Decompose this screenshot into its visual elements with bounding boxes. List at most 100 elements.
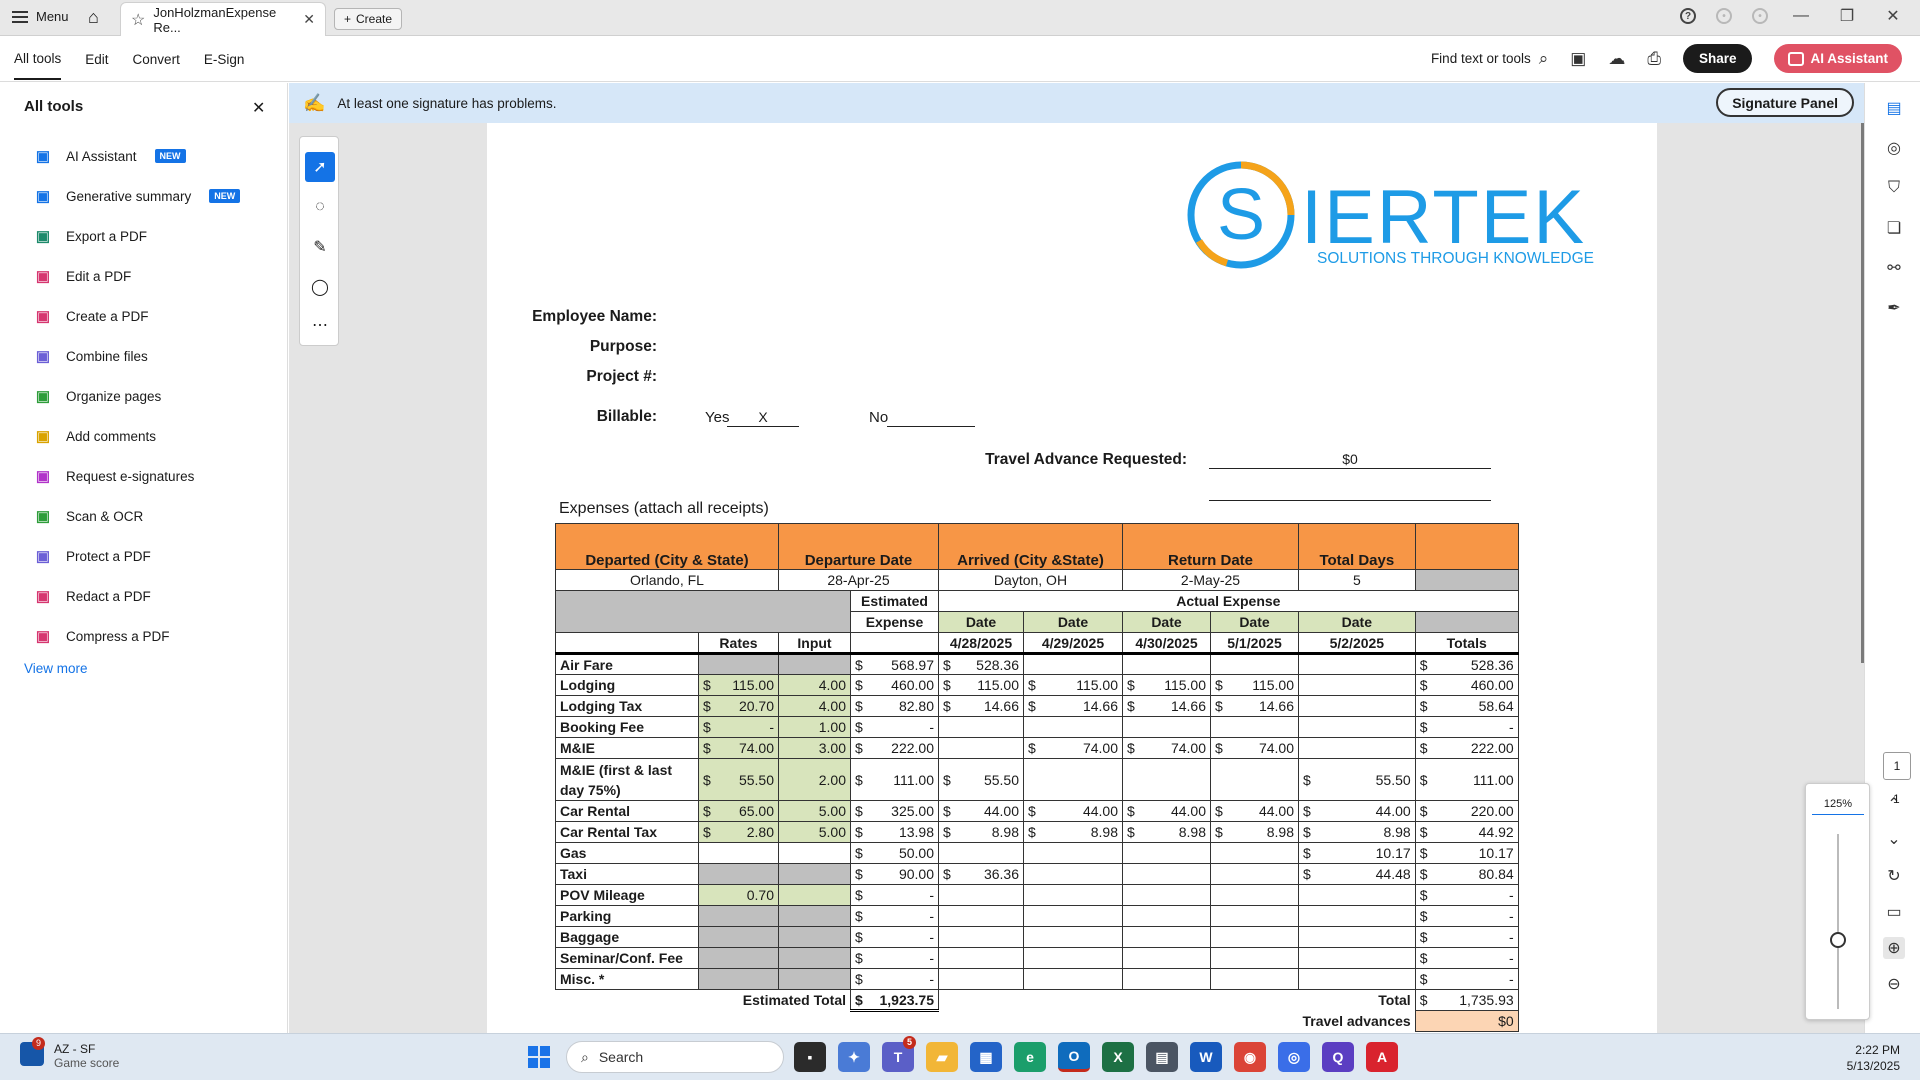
tool-item[interactable]: ▣ Generative summary NEW xyxy=(34,176,241,216)
find-tools-button[interactable]: Find text or tools ⌕ xyxy=(1431,49,1548,69)
word-icon[interactable]: W xyxy=(1190,1042,1222,1072)
rotate-icon[interactable]: ↻ xyxy=(1883,865,1905,887)
zoom-level[interactable]: 125% xyxy=(1812,798,1864,815)
system-clock[interactable]: 2:22 PM 5/13/2025 xyxy=(1847,1042,1900,1074)
game-subtitle: Game score xyxy=(54,1056,120,1070)
date-label: Date xyxy=(1298,611,1416,633)
draw-lasso-icon[interactable]: ◯ xyxy=(305,272,335,302)
document-tab[interactable]: ☆ JonHolzmanExpense Re... ✕ xyxy=(120,2,326,36)
teams-icon[interactable]: T5 xyxy=(882,1036,916,1072)
tool-item[interactable]: ▣ Export a PDF xyxy=(34,216,240,256)
zoom-slider-track[interactable] xyxy=(1837,834,1839,1009)
tool-item[interactable]: ▣ Compress a PDF xyxy=(34,616,240,656)
billable-yes-field[interactable]: X xyxy=(727,409,799,427)
calculator-icon[interactable]: ▤ xyxy=(1146,1042,1178,1072)
restore-icon[interactable]: ❐ xyxy=(1834,6,1860,26)
tool-item[interactable]: ▣ Scan & OCR xyxy=(34,496,240,536)
currency-symbol: $ xyxy=(943,803,951,819)
estimated-value: $90.00 xyxy=(850,863,939,885)
widget-app-icon[interactable]: ◎ xyxy=(1278,1042,1310,1072)
amount: 111.00 xyxy=(893,771,934,788)
amount: 44.00 xyxy=(1375,803,1411,819)
minimize-icon[interactable]: — xyxy=(1788,7,1814,25)
attachments-icon[interactable]: ⚯ xyxy=(1883,257,1905,279)
chrome-icon[interactable]: ◉ xyxy=(1234,1042,1266,1072)
amount: - xyxy=(1509,971,1514,987)
date-label: Date xyxy=(1122,611,1211,633)
actual-value xyxy=(1023,947,1123,969)
copilot-icon[interactable]: ✦ xyxy=(838,1042,870,1072)
print-icon[interactable]: ⎙ xyxy=(1647,49,1661,69)
amount: 14.66 xyxy=(1170,698,1206,714)
acrobat-icon[interactable]: A xyxy=(1366,1042,1398,1072)
ai-assistant-button[interactable]: AI Assistant xyxy=(1774,44,1902,73)
table-row: Parking $ - $ - xyxy=(555,905,1519,927)
tool-item[interactable]: ▣ Redact a PDF xyxy=(34,576,240,616)
more-tools-icon[interactable]: ⋯ xyxy=(305,310,335,340)
fill-sign-icon[interactable]: ✒ xyxy=(1883,297,1905,319)
create-button[interactable]: + Create xyxy=(334,8,403,30)
actual-value xyxy=(1298,737,1416,759)
quick-assist-icon[interactable]: Q xyxy=(1322,1042,1354,1072)
upload-cloud-icon[interactable]: ☁ xyxy=(1608,49,1625,69)
edge-icon[interactable]: e xyxy=(1014,1042,1046,1072)
view-more-link[interactable]: View more xyxy=(24,661,88,676)
close-panel-icon[interactable]: ✕ xyxy=(252,98,265,118)
amount: 115.00 xyxy=(732,677,774,693)
signature-panel-button[interactable]: Signature Panel xyxy=(1716,88,1854,117)
properties-icon[interactable]: ▤ xyxy=(1883,97,1905,119)
outlook-icon[interactable]: O xyxy=(1058,1042,1090,1072)
zoom-slider-handle[interactable] xyxy=(1830,932,1846,948)
tab-e-sign[interactable]: E-Sign xyxy=(204,52,245,67)
tool-item[interactable]: ▣ Combine files xyxy=(34,336,240,376)
tool-item[interactable]: ▣ Create a PDF xyxy=(34,296,240,336)
actual-value xyxy=(1210,653,1299,675)
pages-icon[interactable]: ❏ xyxy=(1883,217,1905,239)
document-viewer[interactable]: ➚ ◌ ✎ ◯ ⋯ S IERTEK SOLUTIONS THROUGH KNO… xyxy=(289,123,1864,1033)
notifications-icon[interactable]: • xyxy=(1716,8,1732,24)
expense-name: Booking Fee xyxy=(555,716,699,738)
fit-page-icon[interactable]: ▭ xyxy=(1883,901,1905,923)
zoom-in-icon[interactable]: ⊕ xyxy=(1883,937,1905,959)
tool-item[interactable]: ▣ Organize pages xyxy=(34,376,240,416)
comments-icon[interactable]: ◎ xyxy=(1883,137,1905,159)
tool-item[interactable]: ▣ AI Assistant NEW xyxy=(34,136,240,176)
home-icon[interactable]: ⌂ xyxy=(88,7,99,28)
excel-icon[interactable]: X xyxy=(1102,1042,1134,1072)
tool-item[interactable]: ▣ Request e-signatures xyxy=(34,456,240,496)
close-tab-icon[interactable]: ✕ xyxy=(303,11,315,28)
billable-no-field[interactable] xyxy=(887,409,975,427)
select-cursor-icon[interactable]: ➚ xyxy=(305,152,335,182)
tab-all-tools[interactable]: All tools xyxy=(14,38,62,80)
windows-start-icon[interactable] xyxy=(528,1046,550,1068)
page-number-input[interactable]: 1 xyxy=(1883,752,1911,780)
travel-advance-field[interactable]: $0 xyxy=(1209,451,1491,469)
page-down-icon[interactable]: ⌄ xyxy=(1883,828,1905,850)
arrived-value: Dayton, OH xyxy=(938,569,1123,591)
add-comment-icon[interactable]: ◌ xyxy=(305,192,335,222)
highlight-pen-icon[interactable]: ✎ xyxy=(305,232,335,262)
store-icon[interactable]: ▦ xyxy=(970,1042,1002,1072)
tab-convert[interactable]: Convert xyxy=(133,52,180,67)
help-icon[interactable]: ? xyxy=(1680,8,1696,24)
travel-advance-extra-line[interactable] xyxy=(1209,483,1491,501)
tool-item[interactable]: ▣ Edit a PDF xyxy=(34,256,240,296)
taskbar-search[interactable]: ⌕ Search xyxy=(566,1041,784,1073)
file-explorer-icon[interactable]: ▰ xyxy=(926,1042,958,1072)
close-window-icon[interactable]: ✕ xyxy=(1880,6,1906,26)
menu-button[interactable]: Menu xyxy=(12,9,69,24)
tab-edit[interactable]: Edit xyxy=(85,52,108,67)
zoom-out-icon[interactable]: ⊖ xyxy=(1883,973,1905,995)
rate-value: 0.70 xyxy=(698,884,779,906)
task-view-icon[interactable]: ▪ xyxy=(794,1042,826,1072)
save-icon[interactable]: ▣ xyxy=(1570,49,1586,69)
bookmarks-icon[interactable]: ⛉ xyxy=(1883,177,1905,199)
tool-item[interactable]: ▣ Protect a PDF xyxy=(34,536,240,576)
share-button[interactable]: Share xyxy=(1682,44,1753,73)
teams-badge: 5 xyxy=(903,1036,916,1049)
actual-value: $55.50 xyxy=(938,758,1024,801)
star-icon[interactable]: ☆ xyxy=(131,10,145,30)
game-score-widget[interactable]: 9 AZ - SF Game score xyxy=(20,1037,120,1070)
account-icon[interactable]: • xyxy=(1752,8,1768,24)
tool-item[interactable]: ▣ Add comments xyxy=(34,416,240,456)
